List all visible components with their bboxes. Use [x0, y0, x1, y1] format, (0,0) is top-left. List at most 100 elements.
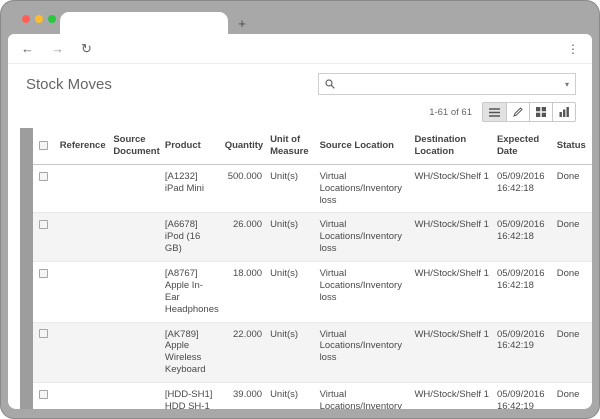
- cell-quantity: 39.000: [221, 383, 266, 410]
- cell-source-document: [109, 213, 161, 262]
- cell-source-document: [109, 322, 161, 383]
- cell-expected-date: 05/09/2016 16:42:18: [493, 164, 553, 213]
- window-controls: [22, 15, 56, 23]
- table-row[interactable]: [HDD-SH1] HDD SH-139.000Unit(s)Virtual L…: [33, 383, 592, 410]
- row-checkbox[interactable]: [39, 329, 48, 338]
- row-checkbox[interactable]: [39, 390, 48, 399]
- cell-source-location: Virtual Locations/Inventory loss: [316, 164, 411, 213]
- cell-reference: [56, 322, 110, 383]
- list-icon: [489, 108, 500, 117]
- cell-destination-location: WH/Stock/Shelf 1: [410, 383, 493, 410]
- browser-navbar: ← → ↻ ⋮: [8, 34, 592, 64]
- cell-expected-date: 05/09/2016 16:42:18: [493, 213, 553, 262]
- browser-menu-icon[interactable]: ⋮: [567, 42, 579, 56]
- cell-destination-location: WH/Stock/Shelf 1: [410, 213, 493, 262]
- table-row[interactable]: [AK789] Apple Wireless Keyboard22.000Uni…: [33, 322, 592, 383]
- col-header-source-document[interactable]: Source Document: [109, 128, 161, 164]
- col-header-destination-location[interactable]: Destination Location: [410, 128, 493, 164]
- row-checkbox-cell: [33, 383, 56, 410]
- cell-reference: [56, 213, 110, 262]
- view-list-button[interactable]: [483, 103, 506, 121]
- browser-tab[interactable]: [60, 12, 228, 34]
- cell-source-document: [109, 164, 161, 213]
- row-checkbox[interactable]: [39, 220, 48, 229]
- cell-source-document: [109, 383, 161, 410]
- cell-product: [HDD-SH1] HDD SH-1: [161, 383, 221, 410]
- cell-reference: [56, 262, 110, 323]
- cell-status: Done: [553, 164, 592, 213]
- record-pager[interactable]: 1-61 of 61: [429, 107, 472, 118]
- refresh-icon[interactable]: ↻: [81, 42, 92, 55]
- cell-uom: Unit(s): [266, 322, 316, 383]
- cell-quantity: 500.000: [221, 164, 266, 213]
- col-header-reference[interactable]: Reference: [56, 128, 110, 164]
- row-checkbox-cell: [33, 322, 56, 383]
- row-checkbox-cell: [33, 213, 56, 262]
- cell-product: [AK789] Apple Wireless Keyboard: [161, 322, 221, 383]
- search-box[interactable]: ▾: [318, 73, 576, 95]
- back-icon[interactable]: ←: [21, 42, 34, 55]
- cell-uom: Unit(s): [266, 262, 316, 323]
- col-header-source-location[interactable]: Source Location: [316, 128, 411, 164]
- row-checkbox[interactable]: [39, 269, 48, 278]
- search-input[interactable]: [341, 79, 559, 90]
- cell-source-location: Virtual Locations/Inventory loss: [316, 383, 411, 410]
- cell-source-location: Virtual Locations/Inventory loss: [316, 213, 411, 262]
- cell-reference: [56, 164, 110, 213]
- cell-product: [A8767] Apple In-Ear Headphones: [161, 262, 221, 323]
- search-icon: [325, 79, 335, 89]
- table-row[interactable]: [A8767] Apple In-Ear Headphones18.000Uni…: [33, 262, 592, 323]
- cell-destination-location: WH/Stock/Shelf 1: [410, 262, 493, 323]
- view-form-button[interactable]: [506, 103, 529, 121]
- col-header-unit-of-measure[interactable]: Unit of Measure: [266, 128, 316, 164]
- cell-uom: Unit(s): [266, 383, 316, 410]
- cell-source-location: Virtual Locations/Inventory loss: [316, 322, 411, 383]
- cell-destination-location: WH/Stock/Shelf 1: [410, 322, 493, 383]
- search-dropdown-icon[interactable]: ▾: [565, 80, 569, 89]
- row-checkbox-cell: [33, 164, 56, 213]
- cell-status: Done: [553, 262, 592, 323]
- view-switcher: [482, 102, 576, 122]
- table-area: Reference Source Document Product Quanti…: [33, 128, 592, 409]
- minimize-window-icon[interactable]: [35, 15, 43, 23]
- left-panel-strip: [20, 128, 33, 409]
- col-header-quantity[interactable]: Quantity: [221, 128, 266, 164]
- close-window-icon[interactable]: [22, 15, 30, 23]
- bar-chart-icon: [559, 107, 570, 117]
- cell-expected-date: 05/09/2016 16:42:18: [493, 262, 553, 323]
- row-checkbox[interactable]: [39, 172, 48, 181]
- cell-status: Done: [553, 383, 592, 410]
- browser-window: + ← → ↻ ⋮ Stock Moves ▾: [0, 0, 600, 419]
- cell-product: [A1232] iPad Mini: [161, 164, 221, 213]
- select-all-checkbox[interactable]: [39, 141, 48, 150]
- cell-expected-date: 05/09/2016 16:42:19: [493, 322, 553, 383]
- control-panel: Stock Moves ▾: [8, 64, 592, 100]
- col-header-status[interactable]: Status: [553, 128, 592, 164]
- pencil-icon: [513, 107, 523, 117]
- view-kanban-button[interactable]: [529, 103, 552, 121]
- stock-moves-table: Reference Source Document Product Quanti…: [33, 128, 592, 409]
- table-header-row: Reference Source Document Product Quanti…: [33, 128, 592, 164]
- col-header-expected-date[interactable]: Expected Date: [493, 128, 553, 164]
- view-graph-button[interactable]: [552, 103, 575, 121]
- cell-source-location: Virtual Locations/Inventory loss: [316, 262, 411, 323]
- browser-body: ← → ↻ ⋮ Stock Moves ▾ 1-61 of 61: [8, 34, 592, 409]
- table-row[interactable]: [A6678] iPod (16 GB)26.000Unit(s)Virtual…: [33, 213, 592, 262]
- page-title: Stock Moves: [26, 76, 112, 93]
- cell-source-document: [109, 262, 161, 323]
- col-header-product[interactable]: Product: [161, 128, 221, 164]
- forward-icon[interactable]: →: [51, 42, 64, 55]
- maximize-window-icon[interactable]: [48, 15, 56, 23]
- pager-row: 1-61 of 61: [8, 100, 592, 128]
- grid-icon: [536, 107, 546, 117]
- cell-quantity: 26.000: [221, 213, 266, 262]
- cell-uom: Unit(s): [266, 164, 316, 213]
- cell-destination-location: WH/Stock/Shelf 1: [410, 164, 493, 213]
- cell-status: Done: [553, 322, 592, 383]
- cell-product: [A6678] iPod (16 GB): [161, 213, 221, 262]
- new-tab-button[interactable]: +: [228, 12, 256, 34]
- browser-chrome-top: +: [8, 7, 592, 34]
- cell-uom: Unit(s): [266, 213, 316, 262]
- cell-status: Done: [553, 213, 592, 262]
- table-row[interactable]: [A1232] iPad Mini500.000Unit(s)Virtual L…: [33, 164, 592, 213]
